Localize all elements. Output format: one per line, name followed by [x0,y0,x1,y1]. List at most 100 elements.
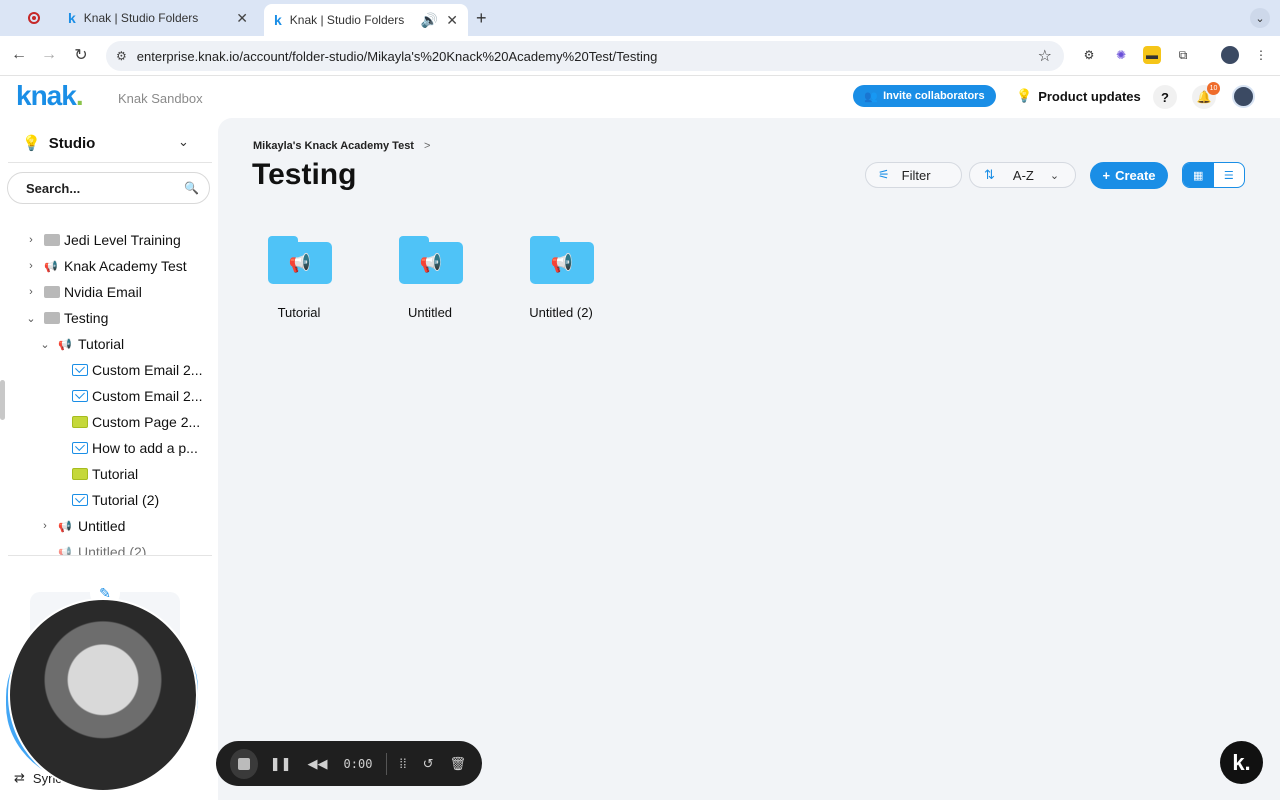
email-icon [72,494,88,506]
address-bar[interactable]: ⚙ enterprise.knak.io/account/folder-stud… [106,41,1064,71]
sort-icon: ⇅ [984,167,995,182]
megaphone-icon: 📢 [58,546,72,556]
lightbulb-icon: 💡 [1016,88,1033,103]
close-icon[interactable]: ✕ [236,10,248,27]
tree-item-custom-email[interactable]: Custom Email 2... [72,358,202,382]
knak-favicon-icon: k [274,12,282,28]
folder-label: Tutorial [277,305,321,320]
browser-tab-bar: k Knak | Studio Folders ✕ k Knak | Studi… [0,0,1280,36]
chevron-down-icon: ⌄ [1049,169,1060,182]
pause-icon[interactable]: ❚❚ [270,756,292,772]
chevron-right-icon: > [423,140,431,152]
chevron-right-icon[interactable]: › [24,234,38,246]
tab-title: Knak | Studio Folders [83,11,199,25]
chevron-right-icon[interactable]: › [38,520,52,532]
tree-item-jedi-level-training[interactable]: › Jedi Level Training [24,228,181,252]
grid-view-icon[interactable]: ▦ [1183,163,1214,187]
landing-page-icon [72,468,88,480]
tab-title: Knak | Studio Folders [289,13,405,27]
bookmark-star-icon[interactable]: ☆ [1038,46,1052,66]
tree-item-tutorial-2[interactable]: Tutorial (2) [72,488,159,512]
search-icon: 🔍 [184,181,199,195]
user-avatar[interactable] [1232,85,1255,108]
tree-item-testing[interactable]: ⌄ Testing [24,306,108,330]
product-updates-button[interactable]: 💡 Product updates [1016,88,1141,104]
drag-handle-icon[interactable]: ⁞⁞ [399,756,406,771]
tree-item-custom-email[interactable]: Custom Email 2... [72,384,202,408]
profile-avatar[interactable] [1221,46,1239,64]
tree-item-custom-page[interactable]: Custom Page 2... [72,410,200,434]
folder-card-tutorial[interactable]: 📢 Tutorial [239,234,359,334]
extension-sparkle-icon[interactable]: ✺ [1112,46,1130,64]
campaign-folder-icon: 📢 [399,236,463,284]
webcam-bubble[interactable] [8,598,198,792]
folder-label: Untitled (2) [529,305,593,320]
main-content: Mikayla's Knack Academy Test > Testing ⚟… [218,118,1280,800]
chevron-down-icon[interactable]: ⌄ [38,338,52,351]
browser-toolbar: ← → ↻ ⚙ enterprise.knak.io/account/folde… [0,36,1280,76]
search-input[interactable]: Search... 🔍 [7,172,210,204]
folder-icon [44,312,60,324]
stop-button[interactable] [230,748,258,779]
back-icon[interactable]: ← [8,44,30,66]
site-settings-icon[interactable]: ⚙ [116,49,127,63]
help-button[interactable]: ? [1153,85,1177,109]
tree-item-tutorial-page[interactable]: Tutorial [72,462,138,486]
extension-gear-icon[interactable]: ⚙ [1080,46,1098,64]
chevron-down-icon[interactable]: ⌄ [24,312,38,325]
extension-box-icon[interactable]: ▬ [1143,46,1161,64]
url-text: enterprise.knak.io/account/folder-studio… [136,48,658,64]
new-tab-button[interactable]: + [476,8,487,29]
folder-card-untitled[interactable]: 📢 Untitled [370,234,490,334]
megaphone-icon: 📢 [58,338,72,351]
forward-icon[interactable]: → [38,44,60,66]
tree-item-knak-academy-test[interactable]: › 📢 Knak Academy Test [24,254,187,278]
create-button[interactable]: + Create [1090,162,1168,189]
knak-logo[interactable]: knak. [16,80,84,112]
megaphone-icon: 📢 [44,260,58,273]
swap-icon: ⇄ [14,770,25,785]
breadcrumb: Mikayla's Knack Academy Test > [253,140,430,152]
stop-icon [237,757,250,770]
browser-tab-active[interactable]: k Knak | Studio Folders 🔊 ✕ [264,4,468,36]
studio-selector[interactable]: 💡 Studio [22,134,95,153]
list-view-icon[interactable]: ☰ [1214,163,1245,187]
chevron-down-icon[interactable]: ⌄ [178,134,189,150]
browser-menu-icon[interactable]: ⋮ [1252,46,1270,64]
breadcrumb-link[interactable]: Mikayla's Knack Academy Test [253,140,414,152]
tab-search-button[interactable]: ⌄ [1250,8,1270,28]
email-icon [72,390,88,402]
landing-page-icon [72,416,88,428]
filter-button[interactable]: ⚟ Filter [865,162,962,188]
sliders-icon: ⚟ [878,167,890,182]
chevron-right-icon[interactable]: › [24,260,38,272]
folder-tree: › Jedi Level Training › 📢 Knak Academy T… [8,214,212,556]
view-toggle: ▦ ☰ [1182,162,1245,188]
divider [8,162,212,163]
rewind-icon[interactable]: ◀◀ [308,756,328,772]
folder-card-untitled-2[interactable]: 📢 Untitled (2) [501,234,621,334]
recording-timer: 0:00 [343,756,373,771]
trash-icon[interactable]: 🗑 [449,756,466,772]
sidebar-resize-handle[interactable] [0,380,5,420]
chevron-right-icon[interactable]: › [24,286,38,298]
recording-controls: ❚❚ ◀◀ 0:00 ⁞⁞ ↺ 🗑 [216,741,482,786]
extensions-puzzle-icon[interactable]: ⧉ [1174,46,1192,64]
browser-tab[interactable]: k Knak | Studio Folders ✕ [58,4,258,32]
speaker-icon[interactable]: 🔊 [421,12,438,29]
invite-collaborators-button[interactable]: 👥 Invite collaborators [853,85,996,107]
reload-icon[interactable]: ↻ [70,44,92,66]
people-icon: 👥 [864,90,879,103]
recording-tab[interactable] [18,4,52,32]
folder-label: Untitled [407,305,453,320]
tree-item-untitled-2[interactable]: 📢 Untitled (2) [58,540,146,556]
tree-item-how-to-add[interactable]: How to add a p... [72,436,198,460]
tree-item-nvidia-email[interactable]: › Nvidia Email [24,280,142,304]
close-icon[interactable]: ✕ [446,12,458,29]
record-icon [28,12,40,24]
tree-item-tutorial[interactable]: ⌄ 📢 Tutorial [38,332,124,356]
restart-icon[interactable]: ↺ [423,756,434,772]
tree-item-untitled[interactable]: › 📢 Untitled [38,514,125,538]
assistant-launcher-button[interactable]: k. [1220,741,1263,784]
sort-dropdown[interactable]: ⇅ A-Z ⌄ [969,162,1076,188]
